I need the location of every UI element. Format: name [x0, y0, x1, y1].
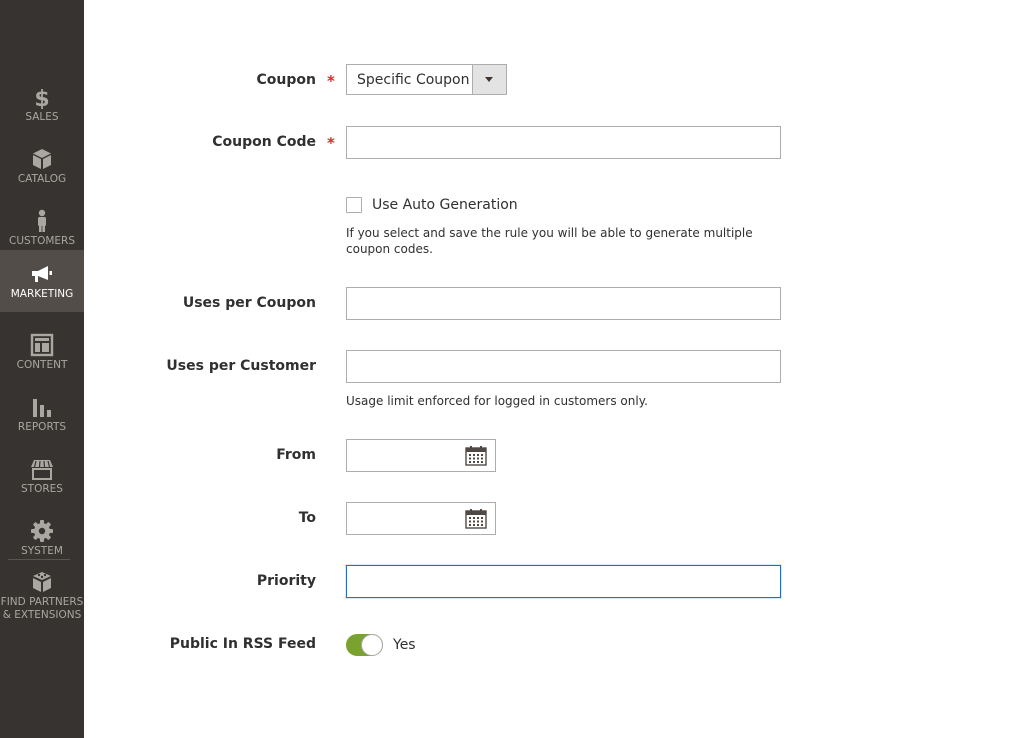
person-icon: [38, 209, 46, 232]
svg-text:$: $: [34, 87, 49, 109]
sidebar-item-label: CUSTOMERS: [8, 235, 75, 247]
sidebar-item-label: STORES: [21, 483, 63, 495]
to-label: To: [298, 510, 316, 526]
uses-per-customer-note: Usage limit enforced for logged in custo…: [346, 394, 648, 408]
rss-feed-toggle[interactable]: [346, 634, 383, 656]
megaphone-icon: [32, 266, 52, 282]
auto-generation-checkbox[interactable]: [346, 197, 362, 213]
sidebar-divider: [8, 559, 70, 560]
coupon-label: Coupon: [256, 72, 316, 88]
sidebar-item-label: SALES: [25, 111, 59, 123]
layout-icon: [30, 333, 54, 357]
box-icon: [33, 149, 51, 169]
sidebar-item-label: CATALOG: [17, 173, 67, 185]
dollar-icon: $: [34, 87, 49, 109]
auto-generation-label[interactable]: Use Auto Generation: [372, 197, 518, 213]
to-date-field: [346, 502, 496, 535]
uses-per-customer-label: Uses per Customer: [166, 358, 316, 374]
required-mark: *: [327, 72, 335, 90]
calendar-icon[interactable]: [465, 509, 487, 529]
sidebar-item-label: REPORTS: [17, 421, 67, 433]
uses-per-customer-input[interactable]: [346, 350, 781, 383]
uses-per-coupon-label: Uses per Coupon: [182, 295, 316, 311]
rss-feed-state-label: Yes: [393, 637, 416, 653]
toggle-knob: [361, 634, 383, 656]
coupon-select[interactable]: Specific Coupon: [346, 64, 507, 95]
chevron-down-icon: [485, 77, 493, 82]
select-toggle-button[interactable]: [472, 65, 506, 94]
priority-input[interactable]: [346, 565, 781, 598]
sidebar-item-reports[interactable]: REPORTS: [0, 383, 84, 445]
bar-chart-icon: [33, 399, 51, 417]
coupon-select-value: Specific Coupon: [357, 72, 470, 88]
calendar-icon[interactable]: [465, 446, 487, 466]
to-date-input[interactable]: [347, 503, 462, 534]
from-label: From: [276, 447, 316, 463]
sidebar-item-label: FIND PARTNERS & EXTENSIONS: [0, 596, 84, 622]
find-partners-line: FIND PARTNERS: [0, 596, 84, 608]
auto-generation-note: If you select and save the rule you will…: [346, 226, 753, 256]
coupon-code-label: Coupon Code: [212, 134, 316, 150]
required-mark: *: [327, 134, 335, 152]
from-date-field: [346, 439, 496, 472]
sidebar-item-label: SYSTEM: [21, 545, 63, 557]
uses-per-coupon-input[interactable]: [346, 287, 781, 320]
from-date-input[interactable]: [347, 440, 462, 471]
coupon-code-input[interactable]: [346, 126, 781, 159]
extensions-line: & EXTENSIONS: [2, 609, 82, 621]
priority-label: Priority: [256, 573, 316, 589]
rss-feed-label: Public In RSS Feed: [169, 636, 316, 652]
